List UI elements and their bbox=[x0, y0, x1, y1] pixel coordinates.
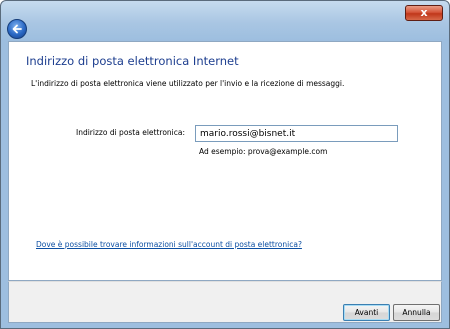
description-text: L'indirizzo di posta elettronica viene u… bbox=[31, 79, 345, 88]
wizard-window: x Indirizzo di posta elettronica Interne… bbox=[0, 0, 450, 329]
example-hint: Ad esempio: prova@example.com bbox=[199, 147, 328, 156]
close-button[interactable]: x bbox=[405, 5, 443, 21]
email-field-label: Indirizzo di posta elettronica: bbox=[76, 128, 186, 137]
help-link[interactable]: Dove è possibile trovare informazioni su… bbox=[36, 240, 302, 249]
back-arrow-icon bbox=[12, 24, 22, 34]
back-button[interactable] bbox=[7, 19, 27, 39]
email-field[interactable] bbox=[195, 125, 398, 142]
next-button[interactable]: Avanti bbox=[343, 304, 390, 321]
close-icon: x bbox=[420, 6, 428, 19]
page-title: Indirizzo di posta elettronica Internet bbox=[26, 54, 239, 68]
wizard-footer: Avanti Annulla bbox=[8, 281, 442, 323]
cancel-button[interactable]: Annulla bbox=[393, 304, 440, 321]
wizard-content: Indirizzo di posta elettronica Internet … bbox=[8, 41, 442, 281]
